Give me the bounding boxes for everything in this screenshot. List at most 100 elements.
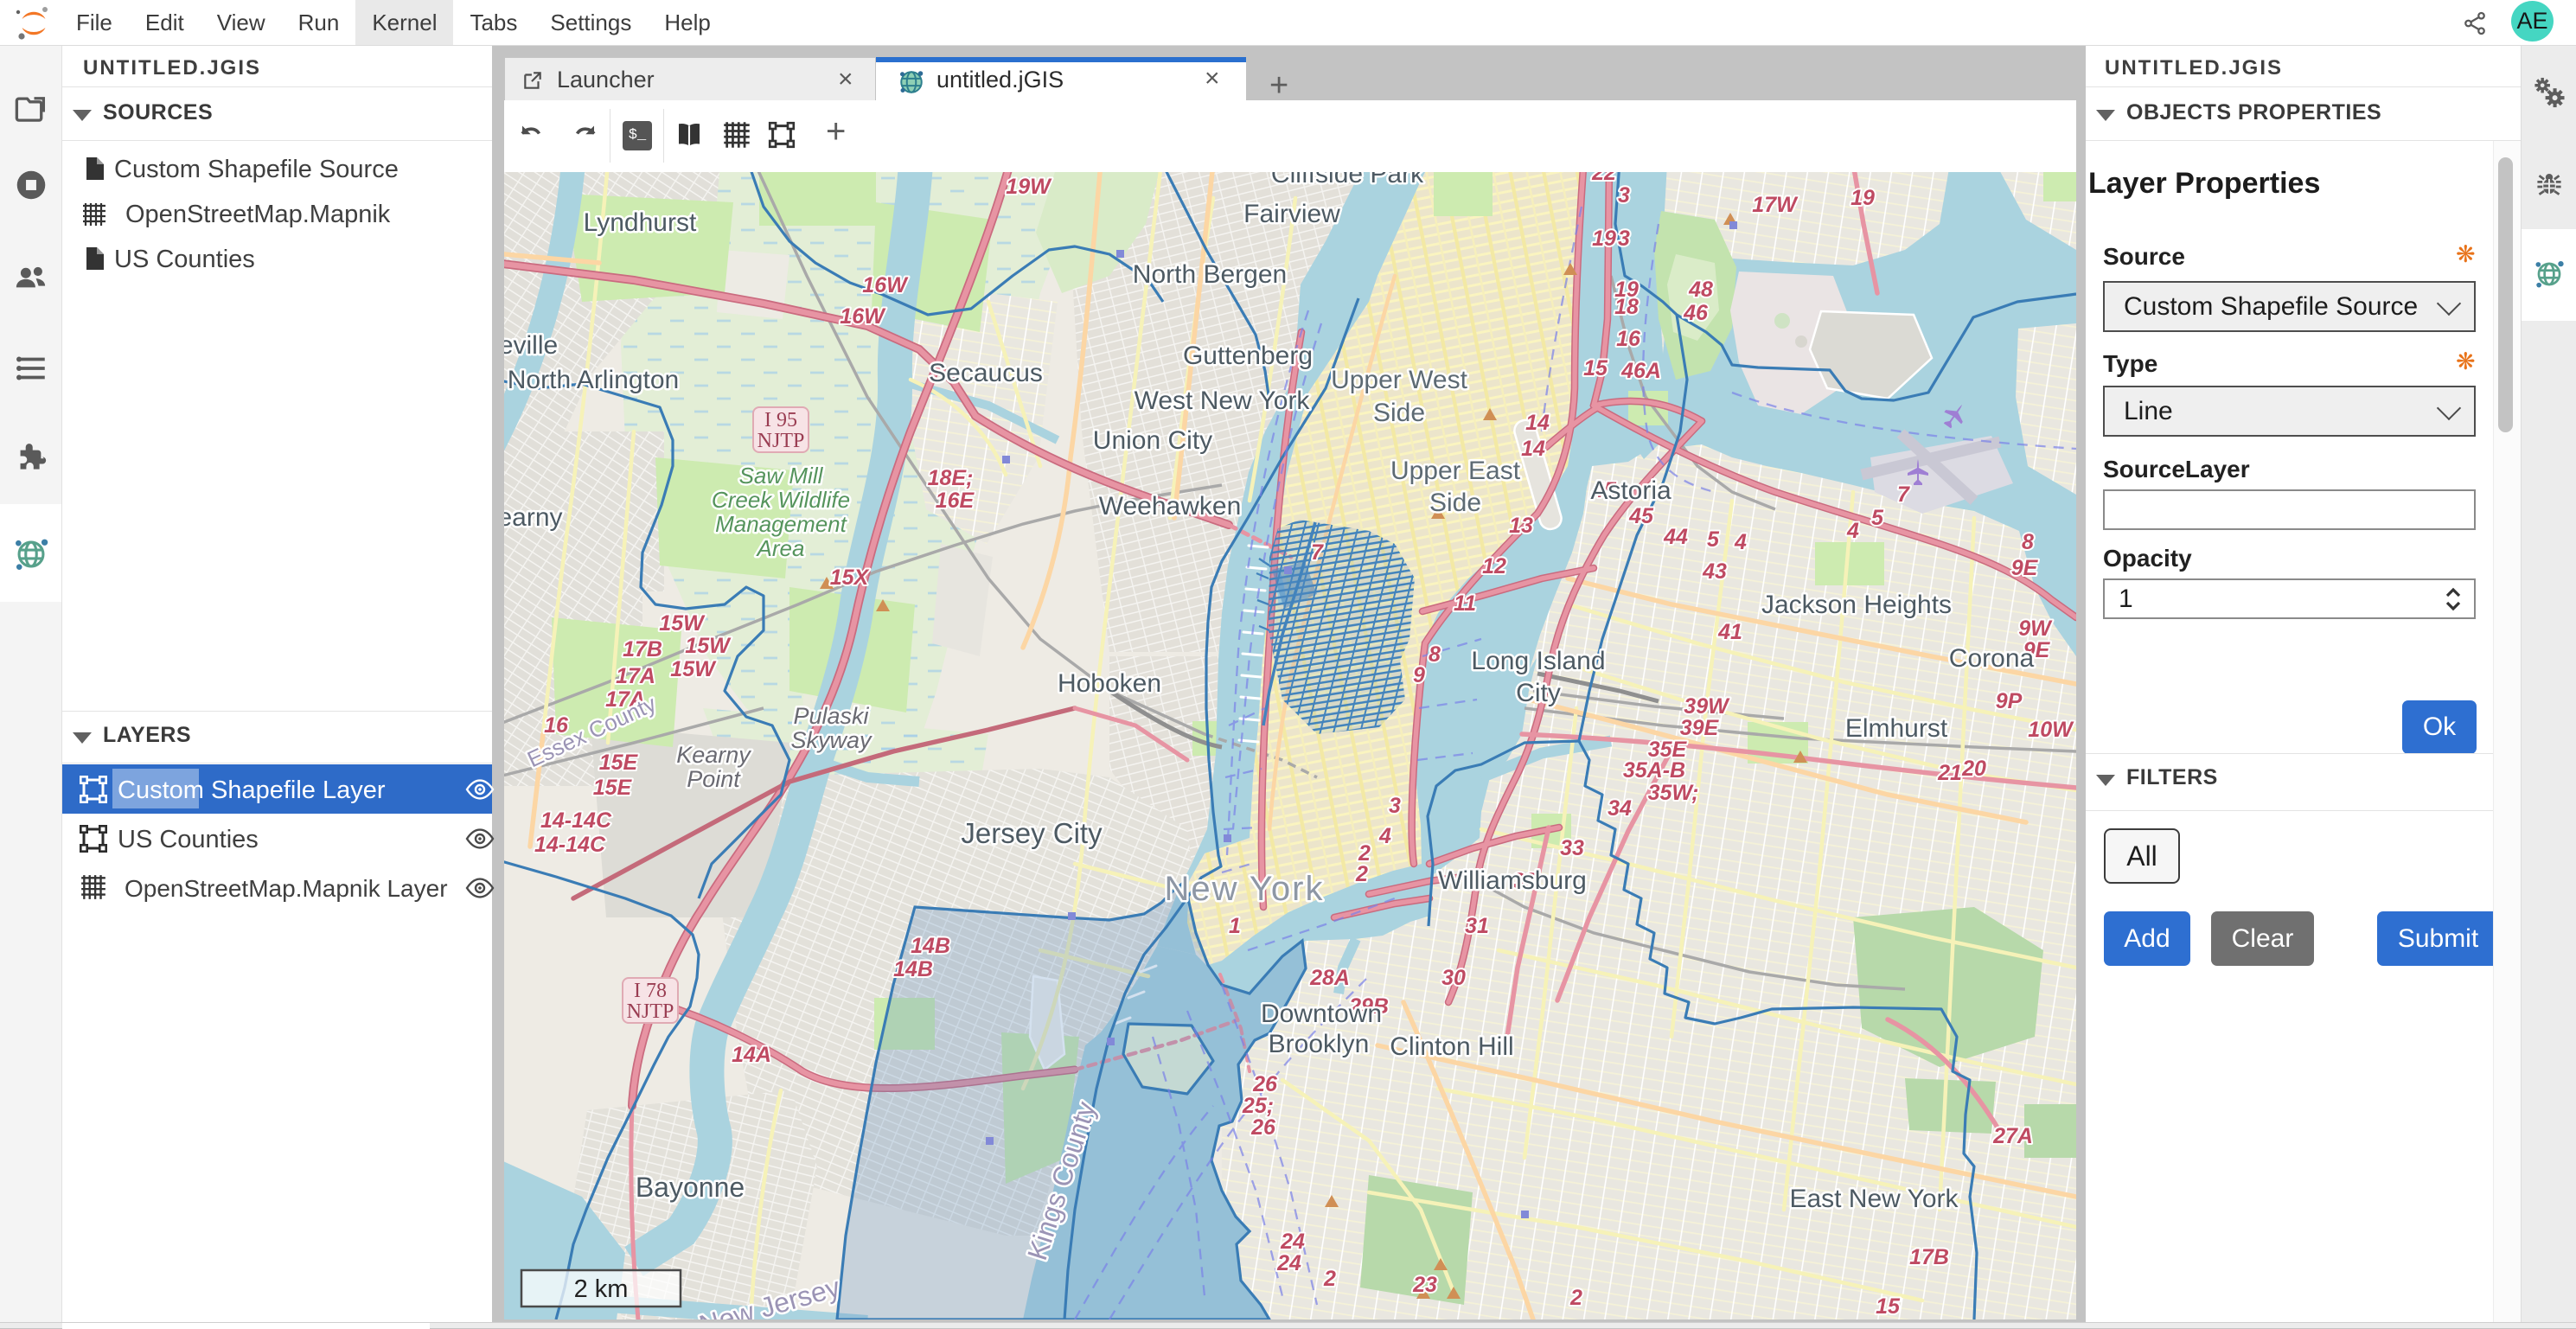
svg-text:Weehawken: Weehawken <box>1099 492 1242 521</box>
svg-text:Cliffside Park: Cliffside Park <box>1271 172 1424 188</box>
svg-text:16W: 16W <box>862 273 909 297</box>
svg-text:Management: Management <box>715 511 848 537</box>
svg-text:East New York: East New York <box>1789 1185 1959 1213</box>
svg-text:2: 2 <box>1323 1267 1336 1291</box>
svg-text:7: 7 <box>1311 540 1324 565</box>
svg-text:30: 30 <box>1441 966 1466 990</box>
svg-text:Kearny: Kearny <box>676 742 751 768</box>
svg-text:16E: 16E <box>936 489 975 513</box>
svg-text:Point: Point <box>687 766 741 792</box>
svg-text:Kearny: Kearny <box>504 503 563 532</box>
svg-text:Union City: Union City <box>1093 426 1212 455</box>
svg-text:2: 2 <box>1569 1286 1582 1310</box>
svg-text:Side: Side <box>1373 399 1425 427</box>
svg-text:Elmhurst: Elmhurst <box>1845 714 1948 743</box>
svg-text:15W: 15W <box>659 611 706 636</box>
svg-text:13: 13 <box>1509 514 1533 538</box>
svg-text:20: 20 <box>1961 757 1986 781</box>
svg-text:12: 12 <box>1482 554 1506 578</box>
svg-text:3: 3 <box>1389 794 1401 818</box>
svg-text:26: 26 <box>1250 1115 1276 1140</box>
svg-text:5: 5 <box>1707 527 1720 552</box>
svg-text:34: 34 <box>1608 796 1632 821</box>
svg-text:17B: 17B <box>623 637 662 661</box>
svg-text:15: 15 <box>1876 1294 1901 1319</box>
svg-text:4: 4 <box>1734 530 1747 554</box>
svg-text:9E: 9E <box>2011 556 2039 580</box>
svg-text:44: 44 <box>1663 525 1688 549</box>
svg-text:15E: 15E <box>593 776 633 800</box>
svg-text:Skyway: Skyway <box>790 727 873 753</box>
svg-text:43: 43 <box>1702 559 1727 584</box>
svg-text:Bayonne: Bayonne <box>636 1172 745 1203</box>
svg-text:Guttenberg: Guttenberg <box>1183 342 1313 370</box>
svg-text:Jersey City: Jersey City <box>961 817 1103 849</box>
svg-text:9P: 9P <box>1996 689 2023 713</box>
svg-text:2: 2 <box>1355 862 1368 886</box>
svg-text:14B: 14B <box>911 934 950 958</box>
svg-text:I 95: I 95 <box>764 409 797 431</box>
svg-text:Pulaski: Pulaski <box>793 703 869 729</box>
svg-text:16: 16 <box>1616 327 1641 351</box>
svg-text:eville: eville <box>504 331 558 360</box>
svg-text:24: 24 <box>1276 1251 1301 1275</box>
svg-text:48: 48 <box>1688 278 1713 302</box>
svg-text:14: 14 <box>1521 437 1545 461</box>
svg-text:35W;: 35W; <box>1648 781 1699 805</box>
svg-text:11: 11 <box>1454 591 1476 616</box>
svg-text:Area: Area <box>756 535 805 561</box>
svg-text:Upper West: Upper West <box>1331 366 1468 394</box>
svg-text:14: 14 <box>1525 411 1550 435</box>
svg-text:Hoboken: Hoboken <box>1058 669 1161 698</box>
svg-text:New York: New York <box>1165 870 1325 908</box>
svg-text:Astoria: Astoria <box>1590 476 1672 505</box>
svg-text:Secaucus: Secaucus <box>929 359 1043 387</box>
svg-text:31: 31 <box>1465 914 1489 938</box>
svg-text:14-14C: 14-14C <box>534 833 606 857</box>
svg-text:24: 24 <box>1280 1230 1305 1254</box>
svg-text:28A: 28A <box>1309 966 1350 990</box>
svg-text:14A: 14A <box>732 1043 771 1067</box>
svg-text:15: 15 <box>1583 356 1608 380</box>
svg-text:West New York: West New York <box>1135 387 1311 415</box>
svg-text:4: 4 <box>1378 824 1391 848</box>
svg-text:9: 9 <box>1413 663 1425 687</box>
svg-text:15E: 15E <box>599 751 639 775</box>
svg-text:41: 41 <box>1717 620 1742 644</box>
svg-text:19W: 19W <box>1006 175 1052 199</box>
svg-text:14-14C: 14-14C <box>540 808 612 833</box>
svg-text:City: City <box>1516 679 1561 707</box>
svg-text:Lyndhurst: Lyndhurst <box>584 208 697 237</box>
svg-text:8: 8 <box>2022 530 2034 554</box>
svg-text:Brooklyn: Brooklyn <box>1269 1030 1370 1058</box>
svg-text:18: 18 <box>1614 295 1639 319</box>
svg-text:NJTP: NJTP <box>757 430 805 452</box>
svg-text:17B: 17B <box>1909 1245 1949 1269</box>
svg-text:Upper East: Upper East <box>1390 457 1521 485</box>
svg-text:39E: 39E <box>1680 716 1720 740</box>
svg-text:10W: 10W <box>2028 718 2074 742</box>
svg-text:Saw Mill: Saw Mill <box>739 463 824 489</box>
svg-text:19: 19 <box>1592 227 1616 251</box>
svg-text:Downtown: Downtown <box>1261 1000 1382 1028</box>
svg-text:North Bergen: North Bergen <box>1133 260 1287 289</box>
svg-text:16W: 16W <box>840 304 886 329</box>
svg-text:NJTP: NJTP <box>627 1000 674 1023</box>
svg-text:Fairview: Fairview <box>1243 200 1340 228</box>
svg-text:19: 19 <box>1851 186 1875 210</box>
svg-text:I 78: I 78 <box>634 980 667 1002</box>
svg-text:Creek Wildlife: Creek Wildlife <box>712 487 850 513</box>
svg-text:5: 5 <box>1871 506 1884 530</box>
svg-text:7: 7 <box>1897 482 1910 507</box>
svg-text:14B: 14B <box>893 957 933 981</box>
svg-text:17A: 17A <box>616 664 655 688</box>
svg-text:8: 8 <box>1429 642 1441 667</box>
svg-text:Side: Side <box>1429 489 1481 517</box>
svg-text:17W: 17W <box>1752 193 1799 217</box>
svg-text:North Arlington: North Arlington <box>508 366 679 394</box>
svg-text:46: 46 <box>1683 301 1709 325</box>
svg-text:26: 26 <box>1252 1072 1278 1096</box>
svg-text:9W: 9W <box>2018 617 2053 641</box>
svg-text:15W: 15W <box>685 634 732 658</box>
svg-text:45: 45 <box>1628 504 1654 528</box>
